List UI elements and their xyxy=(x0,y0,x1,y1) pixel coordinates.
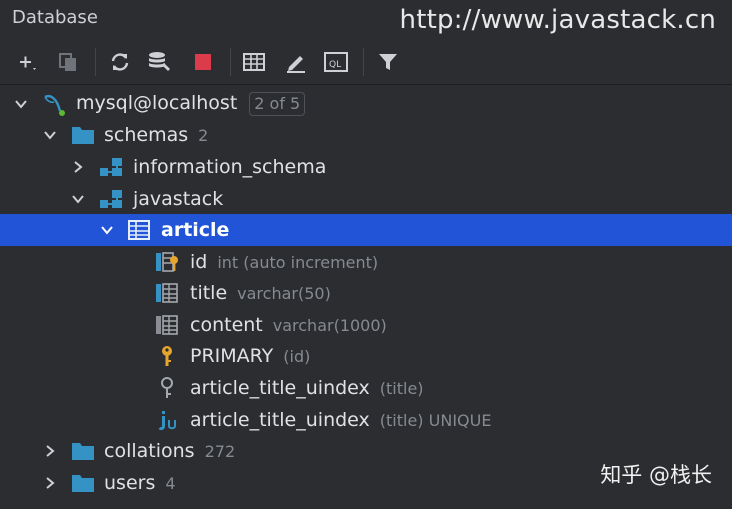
primary-key-column-icon xyxy=(156,252,178,272)
column-name: content xyxy=(190,314,263,336)
toolbar-separator xyxy=(95,48,96,76)
data-source-properties-icon xyxy=(149,52,170,71)
watermark-url: http://www.javastack.cn xyxy=(399,5,716,35)
folder-icon xyxy=(72,127,94,144)
toolbar-separator xyxy=(230,48,231,76)
key-detail: (title) xyxy=(379,379,424,398)
tree-node-primary-key[interactable]: PRIMARY (id) xyxy=(0,340,732,372)
unique-index-icon xyxy=(158,411,176,431)
primary-key-name: PRIMARY xyxy=(190,345,274,367)
folder-icon xyxy=(72,475,94,492)
toolbar: QL xyxy=(0,40,732,85)
tree-node-column-content[interactable]: content varchar(1000) xyxy=(0,309,732,341)
query-console-button[interactable]: QL xyxy=(322,48,350,76)
query-console-icon: QL xyxy=(324,52,348,72)
tree-node-key[interactable]: article_title_uindex (title) xyxy=(0,372,732,404)
mysql-icon xyxy=(44,95,65,116)
add-button[interactable] xyxy=(14,48,42,76)
column-type: varchar(1000) xyxy=(272,316,387,335)
information-schema-label: information_schema xyxy=(133,156,327,178)
article-label: article xyxy=(161,219,230,241)
chevron-right-icon[interactable] xyxy=(43,476,57,490)
tree-node-article[interactable]: article xyxy=(0,214,732,246)
filter-button[interactable] xyxy=(374,48,402,76)
stop-button[interactable] xyxy=(189,48,217,76)
users-label: users xyxy=(104,472,156,494)
connection-label: mysql@localhost xyxy=(76,92,238,114)
chevron-down-icon[interactable] xyxy=(100,223,114,237)
users-count: 4 xyxy=(165,474,176,493)
collations-label: collations xyxy=(104,440,195,462)
primary-key-detail: (id) xyxy=(283,347,311,366)
panel-title: Database xyxy=(12,7,98,28)
plus-icon xyxy=(20,56,36,70)
chevron-right-icon[interactable] xyxy=(71,160,85,174)
javastack-label: javastack xyxy=(133,188,224,210)
data-source-properties-button[interactable] xyxy=(146,48,174,76)
table-view-button[interactable] xyxy=(240,48,268,76)
schema-icon xyxy=(100,190,122,208)
column-name: id xyxy=(190,251,208,273)
table-view-icon xyxy=(243,53,265,71)
toolbar-separator xyxy=(363,48,364,76)
index-name: article_title_uindex xyxy=(190,409,370,431)
filter-icon xyxy=(379,54,397,70)
tree-node-connection[interactable]: mysql@localhost 2 of 5 xyxy=(0,88,732,120)
tree-node-column-title[interactable]: title varchar(50) xyxy=(0,277,732,309)
column-name: title xyxy=(190,282,228,304)
svg-text:QL: QL xyxy=(329,60,341,70)
title-bar: Database http://www.javastack.cn xyxy=(0,0,732,38)
table-icon xyxy=(128,220,150,240)
column-icon xyxy=(156,283,178,303)
zhihu-watermark: 知乎 @栈长 xyxy=(600,463,712,487)
duplicate-button[interactable] xyxy=(54,48,82,76)
tree-node-javastack[interactable]: javastack xyxy=(0,183,732,215)
schemas-count: 2 xyxy=(198,126,209,145)
duplicate-icon xyxy=(59,53,76,71)
chevron-down-icon[interactable] xyxy=(14,97,28,111)
tree-node-schemas[interactable]: schemas 2 xyxy=(0,119,732,151)
tree-node-information-schema[interactable]: information_schema xyxy=(0,151,732,183)
refresh-button[interactable] xyxy=(106,48,134,76)
index-detail: (title) UNIQUE xyxy=(379,411,492,430)
key-icon xyxy=(162,346,172,366)
column-type: int (auto increment) xyxy=(217,253,379,272)
key-outline-icon xyxy=(161,377,173,398)
chevron-right-icon[interactable] xyxy=(43,444,57,458)
stop-icon xyxy=(195,54,211,70)
schemas-label: schemas xyxy=(104,124,189,146)
column-icon xyxy=(156,315,178,335)
collations-count: 272 xyxy=(204,442,236,461)
edit-button[interactable] xyxy=(282,48,310,76)
chevron-down-icon[interactable] xyxy=(71,192,85,206)
key-name: article_title_uindex xyxy=(190,377,370,399)
tree-node-index[interactable]: article_title_uindex (title) UNIQUE xyxy=(0,404,732,436)
tree-node-column-id[interactable]: id int (auto increment) xyxy=(0,246,732,278)
edit-icon xyxy=(287,56,305,73)
connection-badge[interactable]: 2 of 5 xyxy=(249,92,306,116)
schema-icon xyxy=(100,158,122,176)
chevron-down-icon[interactable] xyxy=(43,128,57,142)
refresh-icon xyxy=(111,53,129,71)
folder-icon xyxy=(72,443,94,460)
column-type: varchar(50) xyxy=(237,284,331,303)
